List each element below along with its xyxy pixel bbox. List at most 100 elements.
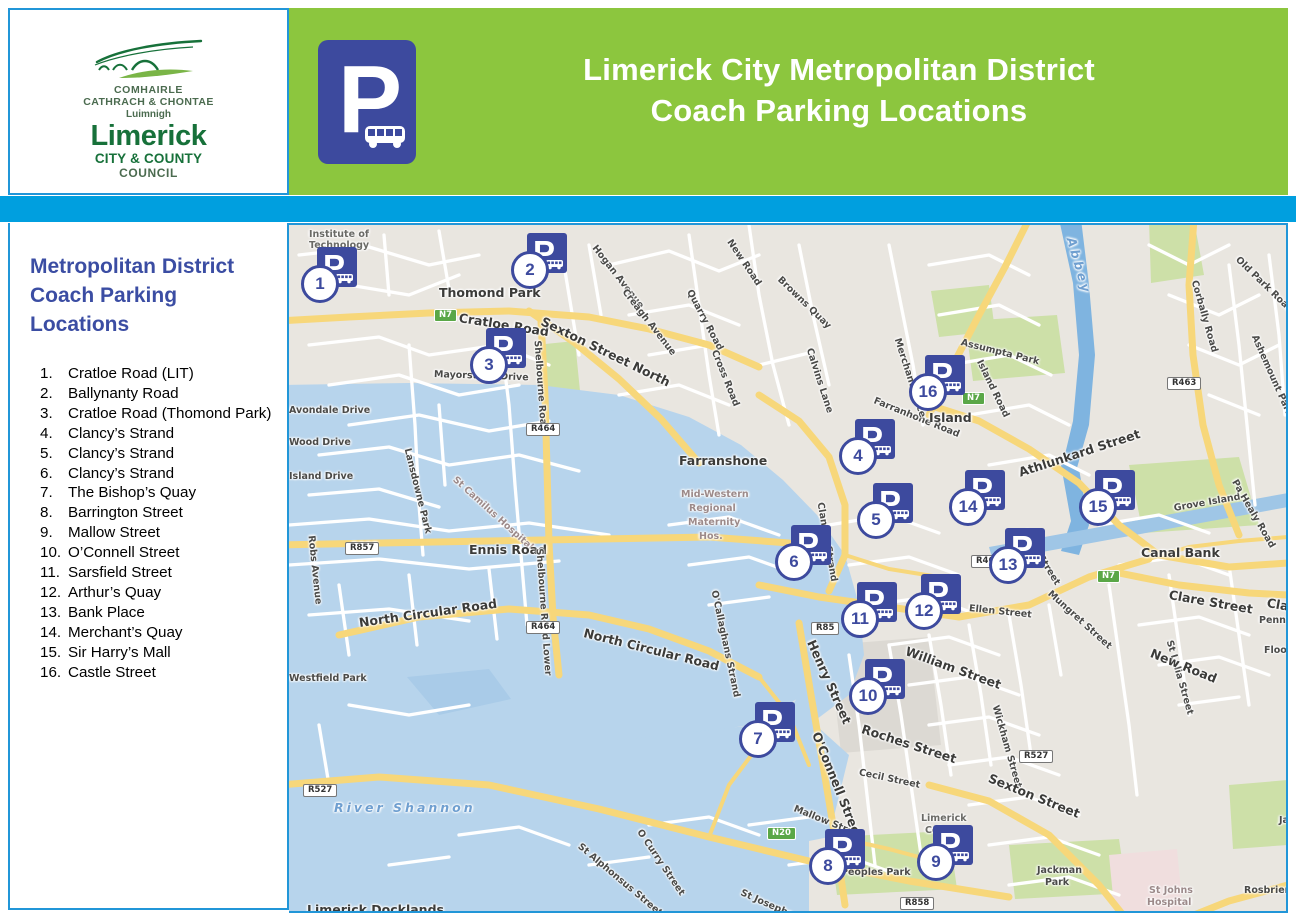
logo-line-5: COUNCIL	[119, 166, 178, 181]
marker-number-badge[interactable]: 15	[1079, 488, 1117, 526]
list-item-label: Castle Street	[68, 663, 156, 681]
list-item: 13. Bank Place	[32, 603, 284, 623]
marker-number-badge[interactable]: 14	[949, 488, 987, 526]
list-item-label: Merchant’s Quay	[68, 623, 183, 641]
sidebar-title: Metropolitan District Coach Parking Loca…	[30, 255, 235, 336]
parking-marker[interactable]: P3	[470, 328, 526, 384]
parking-marker[interactable]: P 14	[949, 470, 1005, 526]
marker-number-badge[interactable]: 11	[841, 600, 879, 638]
list-item-number: 14.	[40, 623, 62, 641]
list-item-label: Sarsfield Street	[68, 564, 172, 582]
parking-marker[interactable]: P8	[809, 829, 865, 885]
parking-marker[interactable]: P 11	[841, 582, 897, 638]
route-shield: N7	[434, 309, 458, 323]
list-item-label: O’Connell Street	[68, 544, 180, 562]
parking-marker[interactable]: P9	[917, 825, 973, 881]
logo-line-2: CATHRACH & CHONTAE	[83, 96, 214, 108]
page-title-line-1: Limerick City Metropolitan District	[583, 52, 1095, 87]
green-title-banner: P Limerick City Metropolitan District Co…	[289, 8, 1288, 195]
page-title-line-2: Coach Parking Locations	[650, 92, 1028, 128]
coach-parking-sign-icon: P	[318, 40, 416, 164]
parking-marker[interactable]: P 10	[849, 659, 905, 715]
parking-marker[interactable]: P 13	[989, 528, 1045, 584]
route-shield: R857	[345, 542, 380, 556]
list-item-number: 4.	[40, 424, 53, 442]
marker-number-badge[interactable]: 4	[839, 437, 877, 475]
list-item-number: 12.	[40, 583, 62, 601]
list-item: 1. Cratloe Road (LIT)	[32, 364, 284, 384]
logo-line-1: COMHAIRLE	[114, 84, 183, 96]
parking-locations-list: 1. Cratloe Road (LIT) 2. Ballynanty Road 3. C…	[32, 364, 284, 683]
list-item-number: 6.	[40, 464, 53, 482]
marker-number-badge[interactable]: 1	[301, 265, 339, 303]
list-item-label: Clancy’s Strand	[68, 444, 175, 462]
page-header: COMHAIRLE CATHRACH & CHONTAE Luimnigh Li…	[0, 0, 1296, 195]
list-item: 11. Sarsfield Street	[32, 563, 284, 583]
parking-marker[interactable]: P 16	[909, 355, 965, 411]
list-item-number: 9.	[40, 524, 53, 542]
marker-number-badge[interactable]: 13	[989, 546, 1027, 584]
list-item-label: Bank Place	[68, 603, 145, 621]
list-item: 4. Clancy’s Strand	[32, 424, 284, 444]
list-item: 14. Merchant’s Quay	[32, 623, 284, 643]
list-item: 16. Castle Street	[32, 663, 284, 683]
list-item-number: 11.	[40, 564, 60, 582]
route-shield: R463	[1167, 377, 1202, 391]
marker-number-badge[interactable]: 12	[905, 592, 943, 630]
parking-marker[interactable]: P1	[301, 247, 357, 303]
route-shield: R464	[526, 423, 561, 437]
marker-number-badge[interactable]: 10	[849, 677, 887, 715]
marker-number-badge[interactable]: 8	[809, 847, 847, 885]
logo-wordmark: Limerick	[90, 120, 207, 152]
council-logo: COMHAIRLE CATHRACH & CHONTAE Luimnigh Li…	[10, 38, 287, 180]
list-item-label: Sir Harry’s Mall	[68, 643, 171, 661]
list-item: 15. Sir Harry’s Mall	[32, 643, 284, 663]
sidebar-panel: Metropolitan District Coach Parking Loca…	[8, 223, 289, 910]
list-item-label: Cratloe Road (Thomond Park)	[68, 404, 272, 422]
list-item-label: Cratloe Road (LIT)	[68, 365, 194, 382]
list-item-label: Mallow Street	[68, 524, 161, 542]
list-item: 10. O’Connell Street	[32, 543, 284, 563]
marker-number-badge[interactable]: 9	[917, 843, 955, 881]
route-shield: N20	[767, 827, 796, 841]
marker-number-badge[interactable]: 5	[857, 501, 895, 539]
list-item-label: Ballynanty Road	[68, 384, 179, 402]
list-item-number: 10.	[40, 544, 62, 562]
list-item: 6. Clancy’s Strand	[32, 464, 284, 484]
marker-number-badge[interactable]: 3	[470, 346, 508, 384]
list-item: 2. Ballynanty Road	[32, 384, 284, 404]
parking-marker[interactable]: P 15	[1079, 470, 1135, 526]
parking-marker[interactable]: P5	[857, 483, 913, 539]
council-swoosh-icon	[94, 39, 202, 78]
list-item: 9. Mallow Street	[32, 523, 284, 543]
list-item: 7. The Bishop’s Quay	[32, 483, 284, 503]
logo-line-3: Luimnigh	[126, 109, 171, 120]
council-logo-panel: COMHAIRLE CATHRACH & CHONTAE Luimnigh Li…	[8, 8, 289, 195]
page-title: Limerick City Metropolitan District Coac…	[439, 50, 1239, 132]
route-shield: R858	[900, 897, 935, 911]
list-item-label: The Bishop’s Quay	[68, 484, 197, 502]
parking-marker[interactable]: P2	[511, 233, 567, 289]
map-viewport[interactable]: .rd { stroke:#ffffff; stroke-linecap:rou…	[289, 223, 1288, 913]
parking-marker[interactable]: P6	[775, 525, 831, 581]
marker-number-badge[interactable]: 16	[909, 373, 947, 411]
route-shield: N7	[962, 392, 986, 406]
coach-parking-map-page: COMHAIRLE CATHRACH & CHONTAE Luimnigh Li…	[0, 0, 1296, 918]
marker-number-badge[interactable]: 6	[775, 543, 813, 581]
list-item-number: 1.	[40, 365, 53, 382]
route-shield: R85	[811, 622, 840, 636]
parking-marker[interactable]: P 12	[905, 574, 961, 630]
list-item-label: Arthur’s Quay	[68, 583, 162, 601]
parking-marker[interactable]: P4	[839, 419, 895, 475]
marker-number-badge[interactable]: 2	[511, 251, 549, 289]
list-item-number: 5.	[40, 444, 53, 462]
list-item-number: 2.	[40, 384, 53, 402]
list-item: 5. Clancy’s Strand	[32, 444, 284, 464]
list-item: 8. Barrington Street	[32, 503, 284, 523]
list-item-number: 15.	[40, 643, 62, 661]
list-item-label: Clancy’s Strand	[68, 424, 175, 442]
route-shield: R464	[526, 621, 561, 635]
list-item-number: 3.	[40, 404, 53, 422]
marker-number-badge[interactable]: 7	[739, 720, 777, 758]
parking-marker[interactable]: P7	[739, 702, 795, 758]
